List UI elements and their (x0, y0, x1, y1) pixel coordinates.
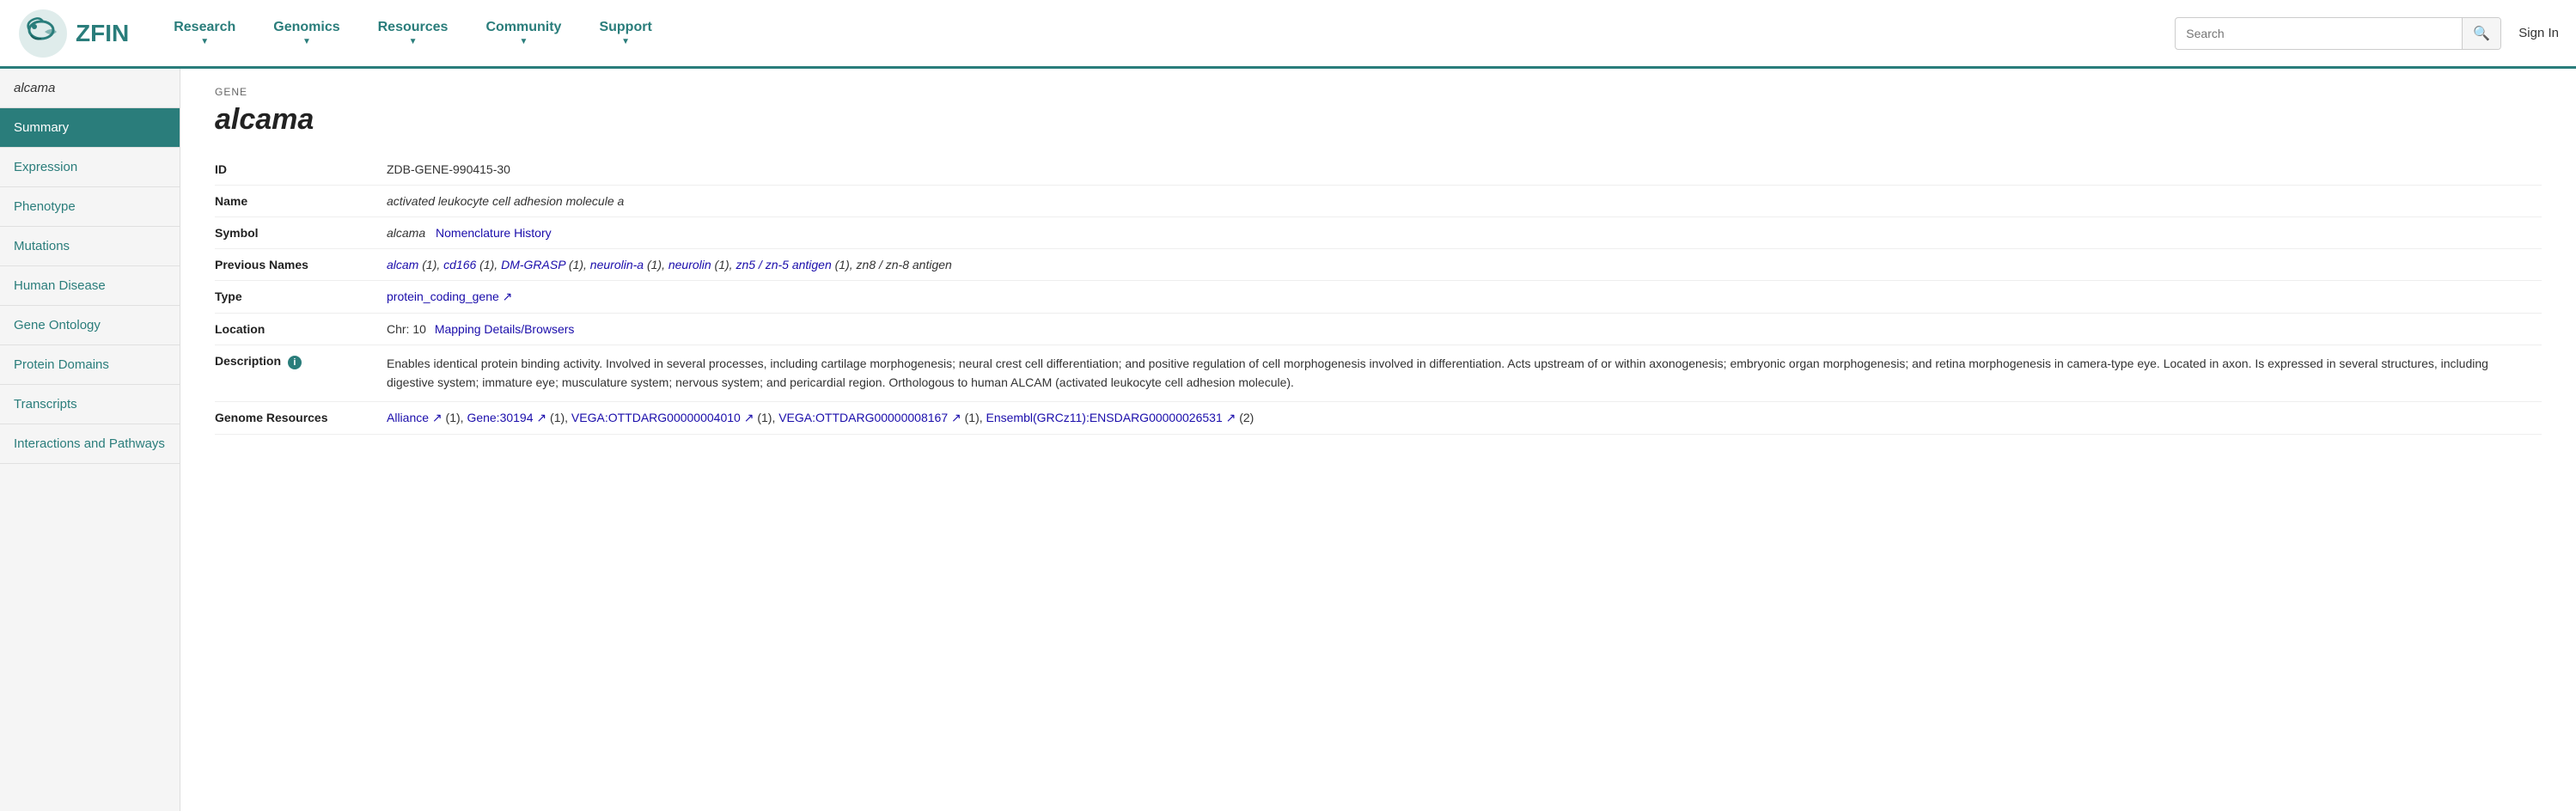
sidebar: alcama Summary Expression Phenotype Muta… (0, 69, 180, 811)
gene-info-table: ID ZDB-GENE-990415-30 Name activated leu… (215, 154, 2542, 435)
chevron-down-icon: ▼ (621, 37, 630, 46)
mapping-details-link[interactable]: Mapping Details/Browsers (435, 322, 575, 336)
chevron-down-icon: ▼ (302, 37, 311, 46)
chevron-down-icon: ▼ (520, 37, 528, 46)
sidebar-item-human-disease[interactable]: Human Disease (0, 266, 180, 306)
type-value: protein_coding_gene ↗ (387, 281, 2542, 314)
gene-label: GENE (215, 86, 2542, 98)
genome-resources-label: Genome Resources (215, 401, 387, 434)
main-content: GENE alcama ID ZDB-GENE-990415-30 Name a… (180, 69, 2576, 811)
logo-text: ZFIN (76, 20, 129, 47)
prev-name-neurolin-a[interactable]: neurolin-a (590, 258, 644, 271)
location-value: Chr: 10 Mapping Details/Browsers (387, 314, 2542, 345)
sidebar-item-summary[interactable]: Summary (0, 108, 180, 148)
main-header: ZFIN Research ▼ Genomics ▼ Resources ▼ C… (0, 0, 2576, 69)
type-row: Type protein_coding_gene ↗ (215, 281, 2542, 314)
description-row: Description i Enables identical protein … (215, 345, 2542, 402)
previous-names-row: Previous Names alcam (1), cd166 (1), DM-… (215, 249, 2542, 281)
logo[interactable]: ZFIN (17, 8, 129, 59)
chevron-down-icon: ▼ (409, 37, 418, 46)
symbol-row: Symbol alcama Nomenclature History (215, 217, 2542, 249)
nav-research[interactable]: Research ▼ (155, 0, 254, 68)
genome-resources-value: Alliance ↗ (1), Gene:30194 ↗ (1), VEGA:O… (387, 401, 2542, 434)
previous-names-label: Previous Names (215, 249, 387, 281)
nav-support[interactable]: Support ▼ (580, 0, 670, 68)
search-area: 🔍 (2175, 17, 2501, 50)
search-input[interactable] (2176, 20, 2462, 47)
prev-name-neurolin[interactable]: neurolin (668, 258, 711, 271)
main-nav: Research ▼ Genomics ▼ Resources ▼ Commun… (155, 0, 2175, 68)
name-value: activated leukocyte cell adhesion molecu… (387, 186, 2542, 217)
location-row: Location Chr: 10 Mapping Details/Browser… (215, 314, 2542, 345)
sidebar-item-expression[interactable]: Expression (0, 148, 180, 187)
symbol-label: Symbol (215, 217, 387, 249)
type-label: Type (215, 281, 387, 314)
nomenclature-history-link[interactable]: Nomenclature History (436, 226, 552, 240)
genome-resource-gene30194[interactable]: Gene:30194 ↗ (467, 411, 546, 424)
sidebar-item-mutations[interactable]: Mutations (0, 227, 180, 266)
page-layout: alcama Summary Expression Phenotype Muta… (0, 69, 2576, 811)
sidebar-item-interactions-and-pathways[interactable]: Interactions and Pathways (0, 424, 180, 464)
genome-resource-vega2[interactable]: VEGA:OTTDARG00000008167 ↗ (778, 411, 961, 424)
name-row: Name activated leukocyte cell adhesion m… (215, 186, 2542, 217)
id-row: ID ZDB-GENE-990415-30 (215, 154, 2542, 186)
type-link[interactable]: protein_coding_gene ↗ (387, 290, 512, 303)
search-box: 🔍 (2175, 17, 2501, 50)
prev-name-dm-grasp[interactable]: DM-GRASP (501, 258, 565, 271)
sidebar-item-phenotype[interactable]: Phenotype (0, 187, 180, 227)
sidebar-item-gene-ontology[interactable]: Gene Ontology (0, 306, 180, 345)
nav-community[interactable]: Community ▼ (467, 0, 580, 68)
id-label: ID (215, 154, 387, 186)
sidebar-item-protein-domains[interactable]: Protein Domains (0, 345, 180, 385)
search-button[interactable]: 🔍 (2462, 18, 2500, 49)
location-label: Location (215, 314, 387, 345)
genome-resources-row: Genome Resources Alliance ↗ (1), Gene:30… (215, 401, 2542, 434)
previous-names-value: alcam (1), cd166 (1), DM-GRASP (1), neur… (387, 249, 2542, 281)
id-value: ZDB-GENE-990415-30 (387, 154, 2542, 186)
chevron-down-icon: ▼ (200, 37, 209, 46)
genome-resource-ensembl[interactable]: Ensembl(GRCz11):ENSDARG00000026531 ↗ (986, 411, 1236, 424)
genome-resource-alliance[interactable]: Alliance ↗ (387, 411, 443, 424)
description-label: Description i (215, 345, 387, 402)
symbol-value: alcama Nomenclature History (387, 217, 2542, 249)
info-icon[interactable]: i (288, 356, 302, 369)
sidebar-item-transcripts[interactable]: Transcripts (0, 385, 180, 424)
logo-icon (17, 8, 69, 59)
prev-name-cd166[interactable]: cd166 (443, 258, 476, 271)
name-label: Name (215, 186, 387, 217)
prev-name-alcam[interactable]: alcam (387, 258, 418, 271)
gene-title: alcama (215, 103, 2542, 137)
nav-resources[interactable]: Resources ▼ (359, 0, 467, 68)
signin-button[interactable]: Sign In (2518, 26, 2559, 40)
genome-resource-vega1[interactable]: VEGA:OTTDARG00000004010 ↗ (571, 411, 754, 424)
description-value: Enables identical protein binding activi… (387, 345, 2542, 402)
nav-genomics[interactable]: Genomics ▼ (254, 0, 358, 68)
sidebar-gene-title: alcama (0, 69, 180, 108)
prev-name-zn5[interactable]: zn5 / zn-5 antigen (736, 258, 831, 271)
